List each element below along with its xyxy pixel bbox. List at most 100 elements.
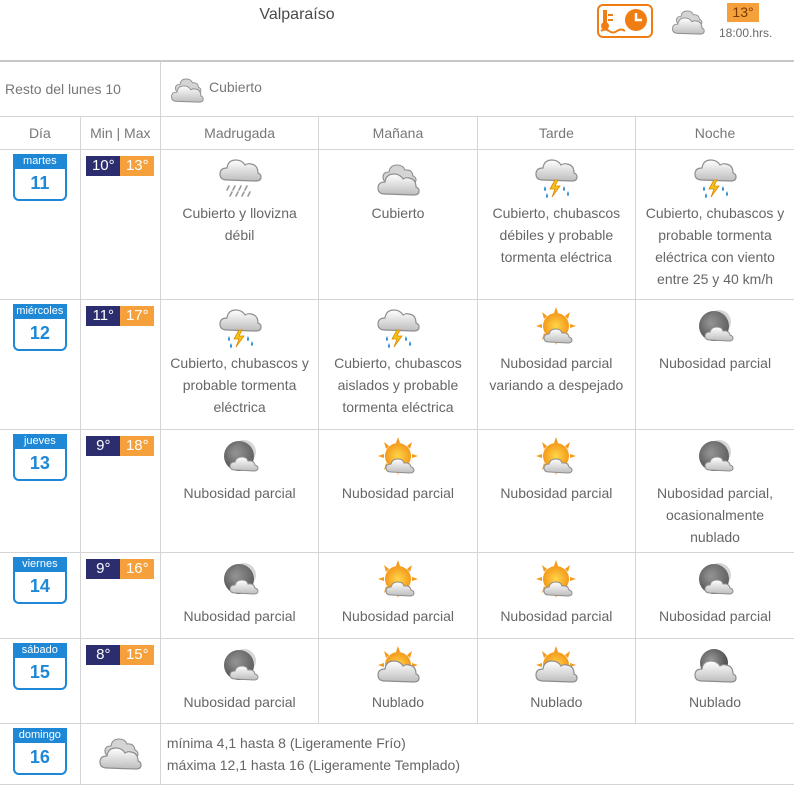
day-badge[interactable]: jueves 13 [12,433,67,481]
column-header-manana: Mañana [318,117,478,150]
day-badge[interactable]: viernes 14 [12,556,67,604]
period-cell: Nublado [477,638,637,724]
day-badge[interactable]: sábado 15 [12,642,67,690]
condition-text: Nublado [530,693,583,710]
table-row-sunday: domingo 16 mínima 4,1 hasta 8 (Ligeramen… [0,723,794,785]
minmax-cell: 10° 13° [80,149,161,300]
day-cell: miércoles 12 [0,299,81,430]
minmax-cell: 9° 18° [80,429,161,553]
period-cell: Cubierto, chubascos débiles y probable t… [477,149,637,300]
period-cell: Nublado [318,638,478,724]
sunday-icon-cell [80,723,161,785]
period-cell: Nubosidad parcial, ocasionalmente nublad… [635,429,794,553]
cloudy-icon [97,730,143,774]
min-temp-badge: 10° [86,155,121,176]
max-temp-badge: 15° [120,644,155,665]
condition-text: Nublado [371,693,425,710]
condition-text: Nubosidad parcial [183,607,296,624]
cloudy-icon [375,156,421,200]
partly-cloudy-night-icon [217,645,263,689]
day-badge[interactable]: miércoles 12 [12,303,67,351]
max-temp-badge: 13° [120,155,155,176]
partly-sunny-icon [533,559,579,603]
column-header-minmax: Min | Max [80,117,161,150]
partly-sunny-icon [375,436,421,480]
column-header-noche: Noche [635,117,794,150]
day-number: 11 [30,172,50,193]
day-number: 16 [29,746,50,767]
rest-of-day-label: Resto del lunes 10 [5,81,121,97]
period-cell: Nubosidad parcial [160,552,320,639]
condition-text: Nubosidad parcial [183,484,296,501]
condition-text: Nubosidad parcial variando a despejado [489,354,624,393]
day-name: miércoles [14,303,65,319]
current-temperature: 13° [727,3,759,22]
period-cell: Cubierto, chubascos aislados y probable … [318,299,478,430]
current-time: 18:00.hrs. [719,26,773,40]
period-cell: Nublado [635,638,794,724]
day-cell: sábado 15 [0,638,81,724]
mostly-cloudy-sun-icon [533,645,579,689]
rest-of-day-row: Resto del lunes 10 Cubierto [0,62,794,117]
condition-text: Cubierto y llovizna débil [182,204,297,243]
cloudy-icon [670,4,706,38]
partly-cloudy-night-icon [692,559,738,603]
period-cell: Nubosidad parcial [160,429,320,553]
thunderstorm-icon [217,306,263,350]
day-cell: jueves 13 [0,429,81,553]
condition-text: Nublado [688,693,742,710]
min-temp-badge: 9° [86,558,121,579]
mostly-cloudy-sun-icon [375,645,421,689]
partly-cloudy-night-icon [692,436,738,480]
condition-text: Cubierto, chubascos aislados y probable … [334,354,462,415]
sunday-min-text: mínima 4,1 hasta 8 (Ligeramente Frío) [166,734,406,751]
min-temp-badge: 8° [86,644,121,665]
day-number: 14 [29,575,50,596]
day-number: 15 [29,661,50,682]
day-number: 12 [29,322,50,343]
max-temp-badge: 18° [120,435,155,456]
condition-text: Cubierto, chubascos y probable tormenta … [645,204,785,287]
min-temp-badge: 11° [86,305,121,326]
period-cell: Cubierto [318,149,478,300]
period-cell: Nubosidad parcial variando a despejado [477,299,637,430]
divider [160,62,161,116]
partly-sunny-icon [533,306,579,350]
min-temp-badge: 9° [86,435,121,456]
day-badge[interactable]: domingo 16 [12,727,67,775]
drizzle-icon [217,156,263,200]
partly-sunny-icon [375,559,421,603]
partly-sunny-icon [533,436,579,480]
table-row: martes 11 10° 13° Cubierto y llovizna débil C… [0,149,794,300]
period-cell: Cubierto y llovizna débil [160,149,320,300]
day-cell: domingo 16 [0,723,81,785]
rest-of-day-condition: Cubierto [209,79,262,95]
day-cell: viernes 14 [0,552,81,639]
partly-cloudy-night-icon [217,559,263,603]
condition-text: Nubosidad parcial [658,607,772,624]
condition-text: Nubosidad parcial [500,484,613,501]
condition-text: Cubierto, chubascos débiles y probable t… [492,204,621,265]
minmax-cell: 8° 15° [80,638,161,724]
day-badge[interactable]: martes 11 [12,153,67,201]
city-title: Valparaíso [259,6,335,23]
day-name: domingo [14,727,65,743]
period-cell: Nubosidad parcial [318,429,478,553]
condition-text: Nubosidad parcial [183,693,296,710]
column-header-tarde: Tarde [477,117,637,150]
thermometer-clock-icon[interactable] [597,4,653,38]
minmax-cell: 11° 17° [80,299,161,430]
sunday-summary: mínima 4,1 hasta 8 (Ligeramente Frío) má… [160,723,794,785]
condition-text: Nubosidad parcial [500,607,613,624]
period-cell: Cubierto, chubascos y probable tormenta … [635,149,794,300]
partly-cloudy-night-icon [692,306,738,350]
minmax-cell: 9° 16° [80,552,161,639]
condition-text: Nubosidad parcial [341,607,454,624]
period-cell: Nubosidad parcial [477,429,637,553]
condition-text: Nubosidad parcial [341,484,454,501]
period-cell: Nubosidad parcial [635,299,794,430]
condition-text: Cubierto [371,204,425,221]
thunderstorm-icon [692,156,738,200]
condition-text: Nubosidad parcial, ocasionalmente nublad… [657,484,773,545]
table-header-row: Día Min | Max Madrugada Mañana Tarde Noc… [0,117,794,150]
